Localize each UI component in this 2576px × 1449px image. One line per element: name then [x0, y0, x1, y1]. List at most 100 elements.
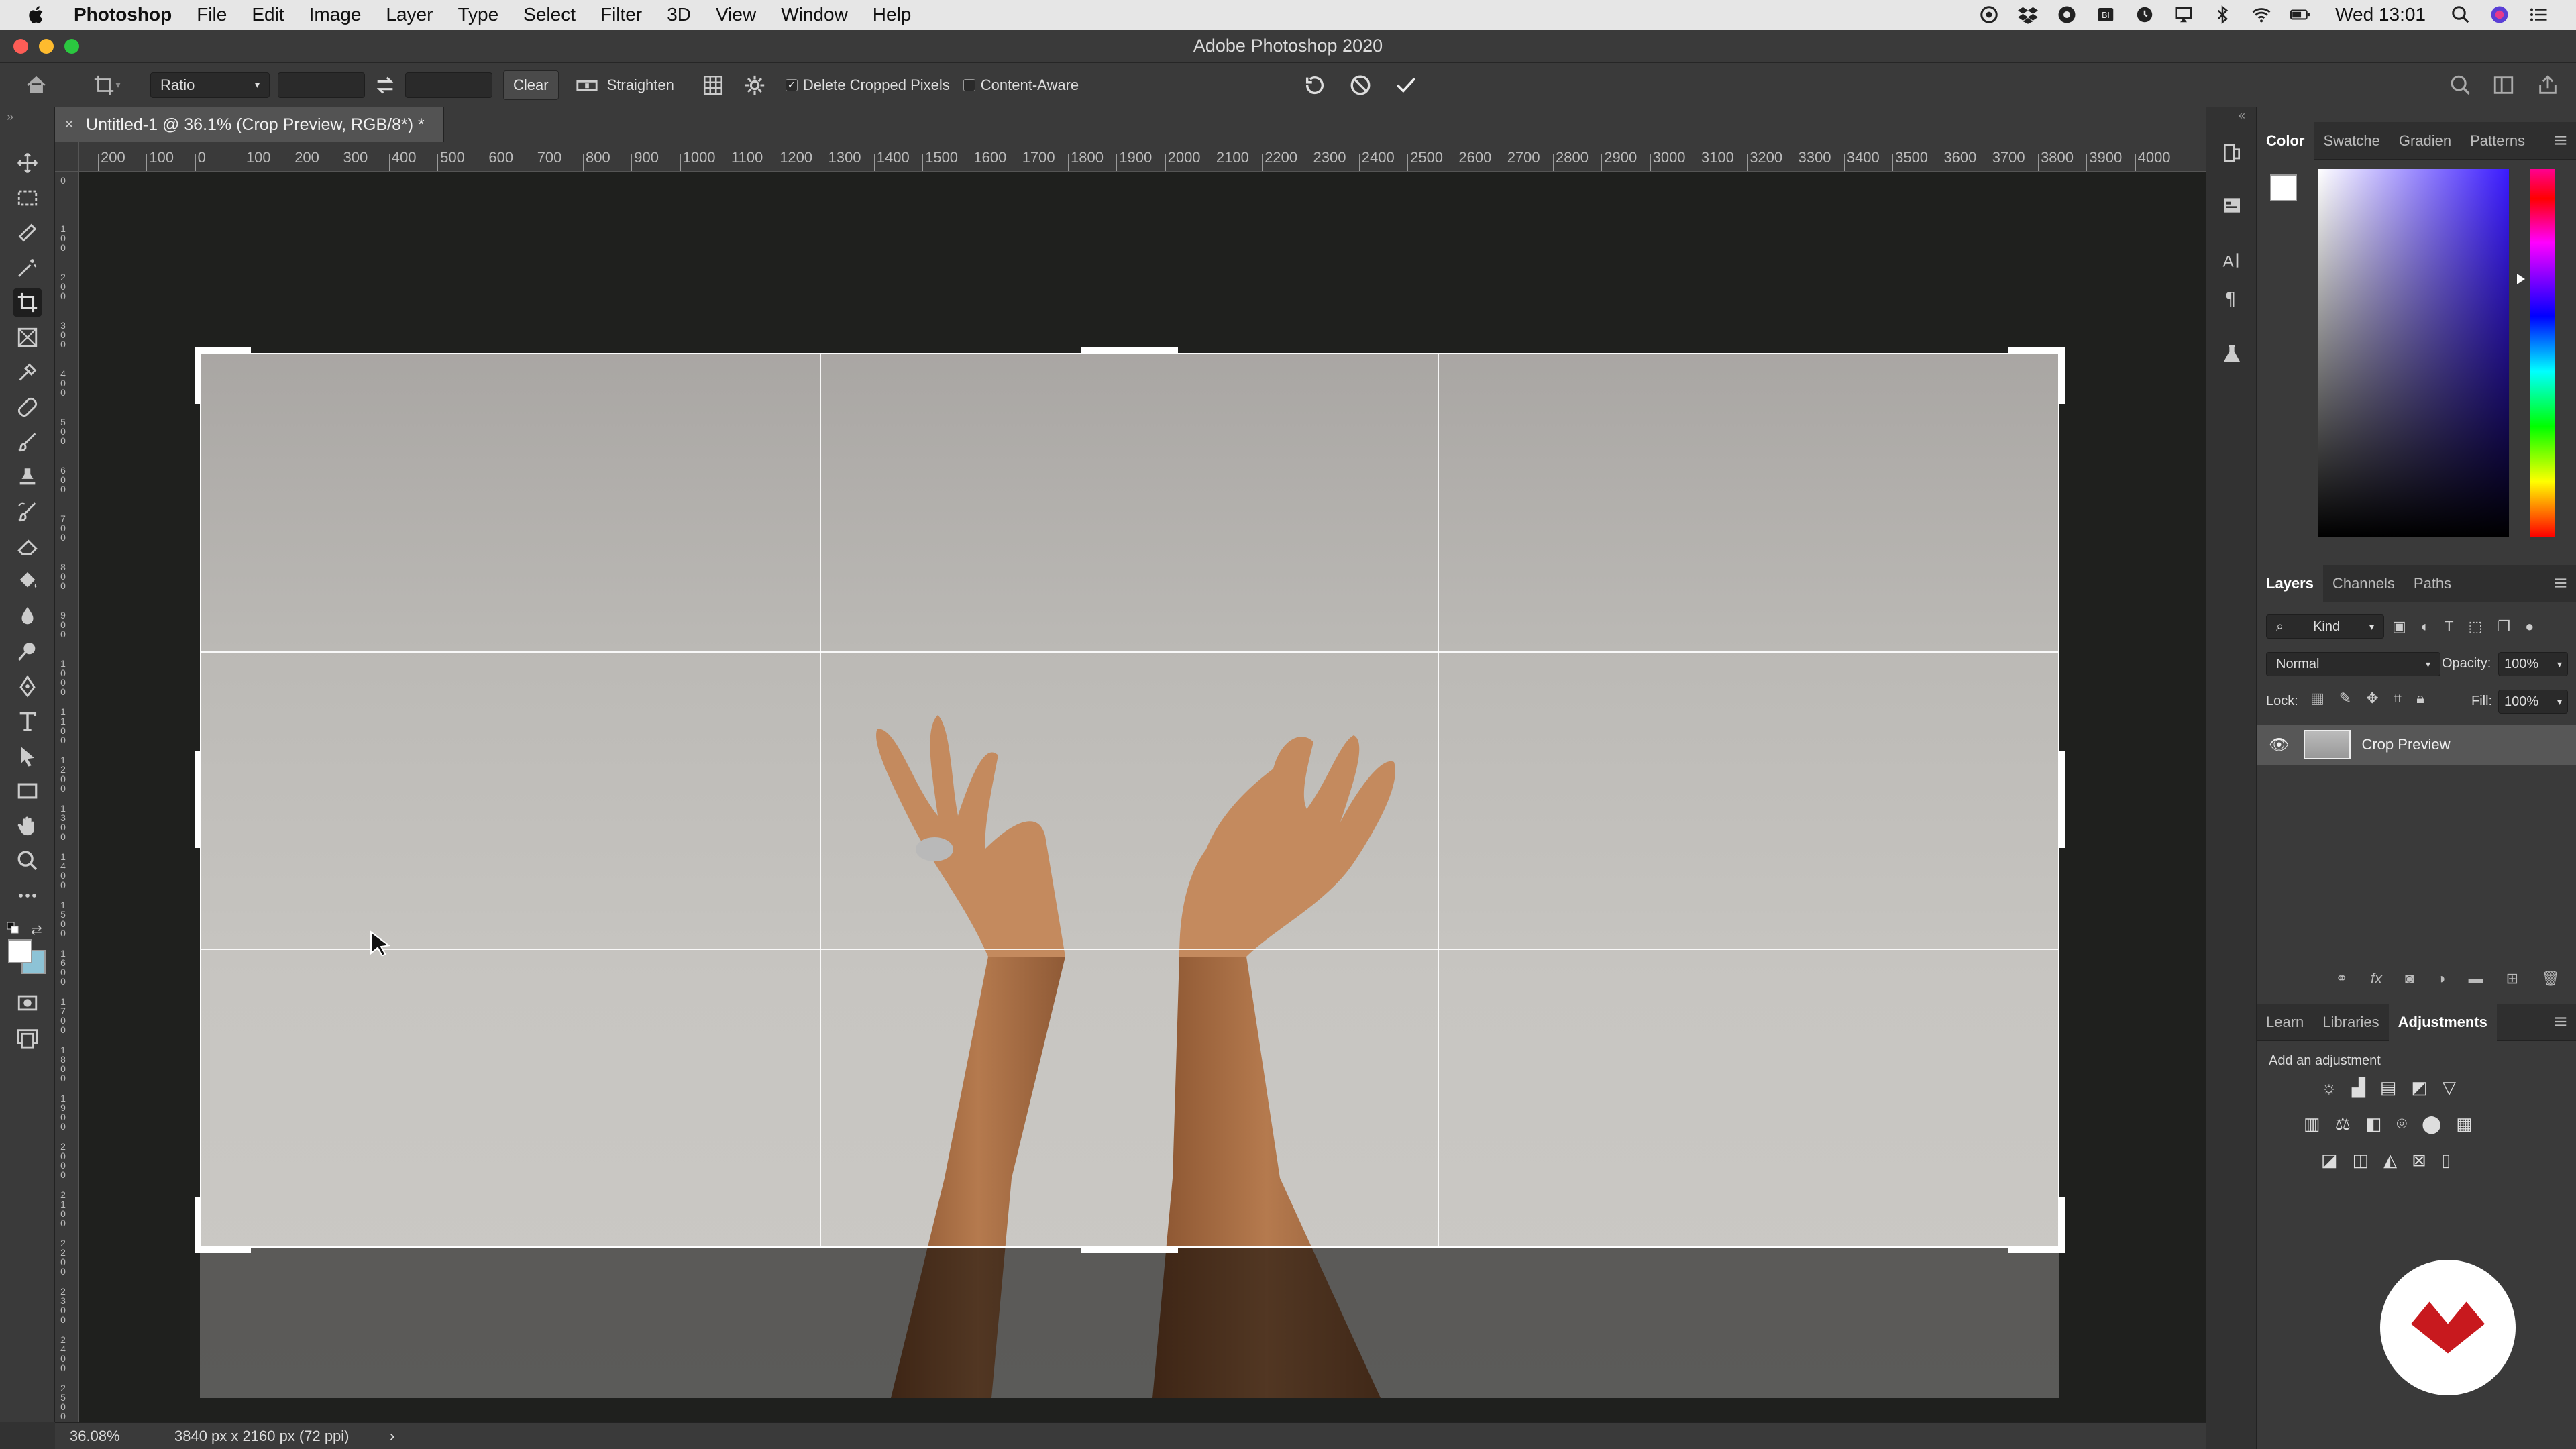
path-selection-tool[interactable]: [13, 742, 42, 770]
canvas-area[interactable]: [79, 172, 2206, 1422]
time-machine-icon[interactable]: [2134, 4, 2155, 25]
horizontal-ruler[interactable]: 200 100 0 100 200 300 400 500 600 700 800 900 1000 11…: [55, 142, 2206, 172]
layer-row-crop-preview[interactable]: 👁︎ Crop Preview: [2257, 724, 2576, 765]
crop-height-input[interactable]: [405, 72, 492, 98]
healing-brush-tool[interactable]: [13, 393, 42, 421]
tab-channels[interactable]: Channels: [2323, 565, 2404, 602]
move-tool[interactable]: [13, 149, 42, 177]
clone-stamp-tool[interactable]: [13, 463, 42, 491]
screen-mode-button[interactable]: [13, 1024, 42, 1052]
menu-3d[interactable]: 3D: [667, 4, 691, 25]
close-tab-icon[interactable]: ×: [64, 115, 74, 134]
crop-handle-bottom-right[interactable]: [2058, 1197, 2065, 1253]
link-layers-icon[interactable]: ⚭: [2335, 970, 2347, 987]
dropbox-icon[interactable]: [2017, 4, 2039, 25]
crop-handle-bottom-right[interactable]: [2008, 1246, 2065, 1253]
menu-type[interactable]: Type: [458, 4, 498, 25]
filter-toggle-icon[interactable]: ●: [2525, 618, 2534, 635]
swap-dimensions-button[interactable]: [370, 70, 400, 100]
add-mask-icon[interactable]: ◙: [2405, 970, 2414, 987]
siri-icon[interactable]: [2489, 4, 2510, 25]
adjustment-layer-filter-icon[interactable]: ◐: [2421, 618, 2430, 635]
glyphs-panel-button[interactable]: [2217, 339, 2247, 369]
crop-handle-top-right[interactable]: [2008, 347, 2065, 354]
swap-colors-icon[interactable]: ⇄: [31, 922, 42, 938]
type-tool[interactable]: [13, 707, 42, 735]
color-panel-fg-swatch[interactable]: [2270, 174, 2297, 201]
trash-icon[interactable]: 🗑︎: [2541, 970, 2560, 987]
channel-mixer-icon[interactable]: ⬤: [2422, 1114, 2441, 1135]
quick-mask-button[interactable]: [13, 989, 42, 1017]
more-tools-button[interactable]: [13, 881, 42, 910]
eye-visibility-icon[interactable]: 👁︎: [2269, 735, 2289, 755]
zoom-tool[interactable]: [13, 847, 42, 875]
marquee-tool[interactable]: [13, 184, 42, 212]
frame-tool[interactable]: [13, 323, 42, 352]
fx-icon[interactable]: fx: [2371, 970, 2382, 987]
crop-ratio-select[interactable]: Ratio ▾: [150, 72, 270, 98]
reset-crop-button[interactable]: [1300, 70, 1330, 100]
zoom-window-button[interactable]: [64, 39, 79, 54]
adobe-sync-icon[interactable]: [2056, 4, 2078, 25]
eraser-tool[interactable]: [13, 533, 42, 561]
lock-artboard-icon[interactable]: ⌗: [2394, 690, 2402, 707]
crop-tool-preset-picker[interactable]: ▾: [83, 70, 130, 100]
expand-panels-icon[interactable]: «: [2239, 109, 2245, 123]
tab-patterns[interactable]: Patterns: [2461, 122, 2534, 160]
properties-panel-button[interactable]: [2217, 191, 2247, 220]
rectangle-tool[interactable]: [13, 777, 42, 805]
smart-object-filter-icon[interactable]: ❐: [2497, 618, 2510, 635]
minimize-window-button[interactable]: [39, 39, 54, 54]
photo-filter-icon[interactable]: ⌾: [2396, 1114, 2407, 1135]
document-tab-untitled-1[interactable]: × Untitled-1 @ 36.1% (Crop Preview, RGB/…: [55, 107, 444, 142]
hue-saturation-icon[interactable]: ⚖: [2335, 1114, 2351, 1135]
tab-layers[interactable]: Layers: [2257, 564, 2323, 602]
status-menu-arrow[interactable]: ›: [390, 1427, 395, 1446]
crop-handle-top[interactable]: [1081, 347, 1178, 354]
gradient-map-icon[interactable]: ▯: [2441, 1150, 2451, 1171]
dodge-tool[interactable]: [13, 637, 42, 665]
vertical-ruler[interactable]: 0 1 0 0 2 0 0 3 0 0 4 0 0 5 0 0 6 0 0 7 0 0 8 0 …: [55, 172, 79, 1422]
close-window-button[interactable]: [13, 39, 28, 54]
history-brush-tool[interactable]: [13, 498, 42, 526]
search-button[interactable]: [2446, 70, 2475, 100]
menu-photoshop[interactable]: Photoshop: [74, 4, 172, 25]
curves-icon[interactable]: ▤: [2380, 1077, 2397, 1098]
brush-tool[interactable]: [13, 428, 42, 456]
paint-bucket-tool[interactable]: [13, 568, 42, 596]
fill-input[interactable]: 100% ▾: [2498, 690, 2568, 714]
delete-cropped-pixels-checkbox[interactable]: ✓ Delete Cropped Pixels: [785, 76, 950, 94]
blend-mode-select[interactable]: Normal ▾: [2266, 652, 2440, 676]
default-colors-icon[interactable]: [7, 922, 20, 935]
cancel-crop-button[interactable]: [1346, 70, 1375, 100]
invert-icon[interactable]: ◪: [2321, 1150, 2338, 1171]
color-balance-icon[interactable]: ◧: [2365, 1114, 2382, 1135]
menu-edit[interactable]: Edit: [252, 4, 284, 25]
crop-bounding-box[interactable]: [200, 353, 2059, 1248]
menu-image[interactable]: Image: [309, 4, 362, 25]
character-panel-button[interactable]: A: [2217, 246, 2247, 275]
levels-icon[interactable]: ▟: [2352, 1077, 2365, 1098]
panel-menu-icon[interactable]: [2553, 133, 2568, 148]
shape-layer-filter-icon[interactable]: ⬚: [2469, 618, 2483, 635]
creative-cloud-icon[interactable]: [1978, 4, 2000, 25]
opacity-input[interactable]: 100% ▾: [2498, 652, 2568, 676]
workspace-button[interactable]: [2489, 70, 2518, 100]
tab-swatches[interactable]: Swatche: [2314, 122, 2389, 160]
blur-tool[interactable]: [13, 602, 42, 631]
type-layer-filter-icon[interactable]: T: [2445, 618, 2453, 635]
eyedropper-tool[interactable]: [13, 358, 42, 386]
commit-crop-button[interactable]: [1391, 70, 1421, 100]
brightness-contrast-icon[interactable]: ☼: [2321, 1077, 2337, 1098]
crop-handle-right[interactable]: [2058, 751, 2065, 848]
crop-width-input[interactable]: [278, 72, 365, 98]
menu-layer[interactable]: Layer: [386, 4, 433, 25]
menubar-clock[interactable]: Wed 13:01: [2335, 4, 2426, 25]
crop-handle-left[interactable]: [195, 751, 201, 848]
tab-color[interactable]: Color: [2257, 121, 2314, 160]
foreground-color-swatch[interactable]: [8, 939, 32, 963]
menu-file[interactable]: File: [197, 4, 227, 25]
home-button[interactable]: [21, 70, 51, 100]
crop-tool[interactable]: [13, 288, 42, 317]
tab-libraries[interactable]: Libraries: [2313, 1004, 2388, 1041]
